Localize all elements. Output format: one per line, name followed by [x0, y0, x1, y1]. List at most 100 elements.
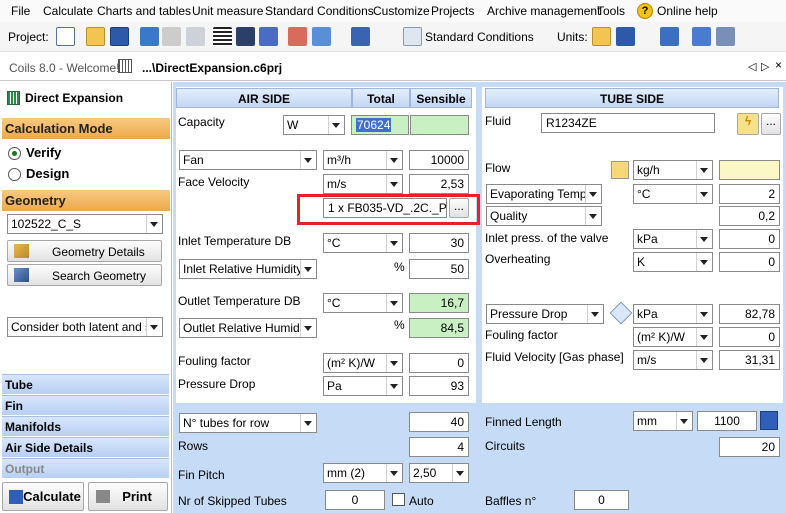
air-fouling-unit-select[interactable]: (m² K)/W	[323, 353, 403, 373]
evap-select[interactable]: Evaporating Temp.	[486, 184, 602, 204]
circuits-field[interactable]: 20	[719, 437, 780, 457]
tab-scroll-right-icon[interactable]: ▷	[761, 60, 769, 73]
open-folder-icon[interactable]	[86, 27, 105, 46]
fluid-velocity-unit-select[interactable]: m/s	[633, 350, 713, 370]
air-pressure-unit-select[interactable]: Pa	[323, 376, 403, 396]
flow-field[interactable]	[719, 160, 780, 180]
quality-select[interactable]: Quality	[486, 206, 602, 226]
finned-length-field[interactable]: 1100	[697, 411, 757, 431]
units-save-icon[interactable]	[616, 27, 635, 46]
pdrop-unit-select[interactable]: kPa	[633, 304, 713, 324]
fin-pitch-unit-select[interactable]: mm (2)	[323, 463, 403, 483]
tab-project[interactable]: ...\DirectExpansion.c6prj	[142, 61, 282, 75]
section-air-side-details[interactable]: Air Side Details	[2, 437, 169, 457]
fluid-lightning-button[interactable]: ϟ	[737, 113, 759, 135]
print-preview-icon[interactable]	[186, 27, 205, 46]
calculate-button[interactable]: Calculate	[2, 482, 84, 511]
search-geometry-button[interactable]: Search Geometry	[7, 264, 162, 286]
currency-icon[interactable]	[660, 27, 679, 46]
menu-online-help[interactable]: Online help	[657, 4, 718, 18]
menu-calculate[interactable]: Calculate	[43, 4, 93, 18]
fan-model-browse-button[interactable]: ...	[449, 198, 469, 218]
new-document-icon[interactable]	[56, 27, 75, 46]
menu-standard-conditions[interactable]: Standard Conditions	[265, 4, 374, 18]
tubes-for-row-field[interactable]: 40	[409, 412, 469, 432]
menu-charts-tables[interactable]: Charts and tables	[97, 4, 191, 18]
tab-welcome[interactable]: Coils 8.0 - Welcome!	[9, 61, 119, 75]
inlet-rh-field[interactable]: 50	[409, 259, 469, 279]
tab-scroll-left-icon[interactable]: ◁	[748, 60, 756, 73]
save-icon[interactable]	[110, 27, 129, 46]
rows-field[interactable]: 4	[409, 437, 469, 457]
standard-conditions-dropdown[interactable]: Standard Conditions	[425, 30, 534, 44]
verify-radio[interactable]	[8, 147, 21, 160]
evap-unit-select[interactable]: °C	[633, 184, 713, 204]
section-fin[interactable]: Fin	[2, 395, 169, 415]
inlet-press-field[interactable]: 0	[719, 229, 780, 249]
database-icon[interactable]	[236, 27, 255, 46]
fluid-browse-button[interactable]: ...	[761, 113, 781, 135]
section-tube[interactable]: Tube	[2, 374, 169, 394]
fan-unit-select[interactable]: m³/h	[323, 150, 403, 170]
conditions-icon[interactable]	[403, 27, 422, 46]
outlet-rh-select[interactable]: Outlet Relative Humidity	[179, 318, 317, 338]
print-icon[interactable]	[162, 27, 181, 46]
fin-pitch-value-select[interactable]: 2,50	[409, 463, 469, 483]
list-icon[interactable]	[213, 27, 232, 46]
pdrop-select[interactable]: Pressure Drop	[486, 304, 604, 324]
export-icon[interactable]	[692, 27, 711, 46]
skipped-tubes-field[interactable]: 0	[325, 490, 385, 510]
fluid-field[interactable]: R1234ZE	[541, 113, 715, 133]
section-manifolds[interactable]: Manifolds	[2, 416, 169, 436]
transfer-icon[interactable]	[716, 27, 735, 46]
menu-tools[interactable]: Tools	[597, 4, 625, 18]
flow-unit-select[interactable]: kg/h	[633, 160, 713, 180]
air-fouling-field[interactable]: 0	[409, 353, 469, 373]
quality-field[interactable]: 0,2	[719, 206, 780, 226]
finned-length-unit-select[interactable]: mm	[633, 411, 693, 431]
fan-value-field[interactable]: 10000	[409, 150, 469, 170]
geometry-select[interactable]: 102522_C_S	[7, 214, 163, 234]
close-tab-icon[interactable]: ×	[775, 58, 782, 72]
evap-field[interactable]: 2	[719, 184, 780, 204]
inlet-temp-unit-select[interactable]: °C	[323, 233, 403, 253]
face-velocity-field[interactable]: 2,53	[409, 174, 469, 194]
help-icon[interactable]: ?	[637, 3, 653, 19]
outlet-temp-field[interactable]: 16,7	[409, 293, 469, 313]
face-velocity-unit-select[interactable]: m/s	[323, 174, 403, 194]
fan-select[interactable]: Fan	[179, 150, 317, 170]
fan-model-field[interactable]: 1 x FB035-VD_.2C._P (1)	[323, 198, 447, 218]
tube-fouling-unit-select[interactable]: (m² K)/W	[633, 327, 713, 347]
outlet-temp-unit-select[interactable]: °C	[323, 293, 403, 313]
outlet-rh-field[interactable]: 84,5	[409, 318, 469, 338]
latent-select[interactable]: Consider both latent and se	[7, 317, 163, 337]
tube-fouling-field[interactable]: 0	[719, 327, 780, 347]
menu-customize[interactable]: Customize	[373, 4, 430, 18]
inlet-rh-select[interactable]: Inlet Relative Humidity	[179, 259, 317, 279]
air-pressure-field[interactable]: 93	[409, 376, 469, 396]
print-button[interactable]: Print	[88, 482, 168, 511]
overheating-field[interactable]: 0	[719, 252, 780, 272]
capacity-unit-select[interactable]: W	[283, 115, 345, 135]
design-radio[interactable]	[8, 168, 21, 181]
lock-icon[interactable]	[611, 161, 629, 179]
inlet-press-unit-select[interactable]: kPa	[633, 229, 713, 249]
calculator-icon[interactable]	[760, 411, 778, 430]
chart-icon[interactable]	[312, 27, 331, 46]
function-icon[interactable]	[259, 27, 278, 46]
overheating-unit-select[interactable]: K	[633, 252, 713, 272]
pdrop-field[interactable]: 82,78	[719, 304, 780, 324]
line-chart-icon[interactable]	[351, 27, 370, 46]
menu-projects[interactable]: Projects	[431, 4, 474, 18]
tools-icon[interactable]	[288, 27, 307, 46]
auto-checkbox[interactable]	[392, 493, 405, 506]
fluid-velocity-field[interactable]: 31,31	[719, 350, 780, 370]
menu-unit-measure[interactable]: Unit measure	[192, 4, 263, 18]
menu-file[interactable]: File	[11, 4, 30, 18]
capacity-sensible-field[interactable]	[410, 115, 469, 135]
geometry-details-button[interactable]: Geometry Details	[7, 240, 162, 262]
units-open-icon[interactable]	[592, 27, 611, 46]
calculator-icon[interactable]	[140, 27, 159, 46]
section-output[interactable]: Output	[2, 458, 169, 478]
tubes-for-row-select[interactable]: N° tubes for row	[179, 413, 317, 433]
